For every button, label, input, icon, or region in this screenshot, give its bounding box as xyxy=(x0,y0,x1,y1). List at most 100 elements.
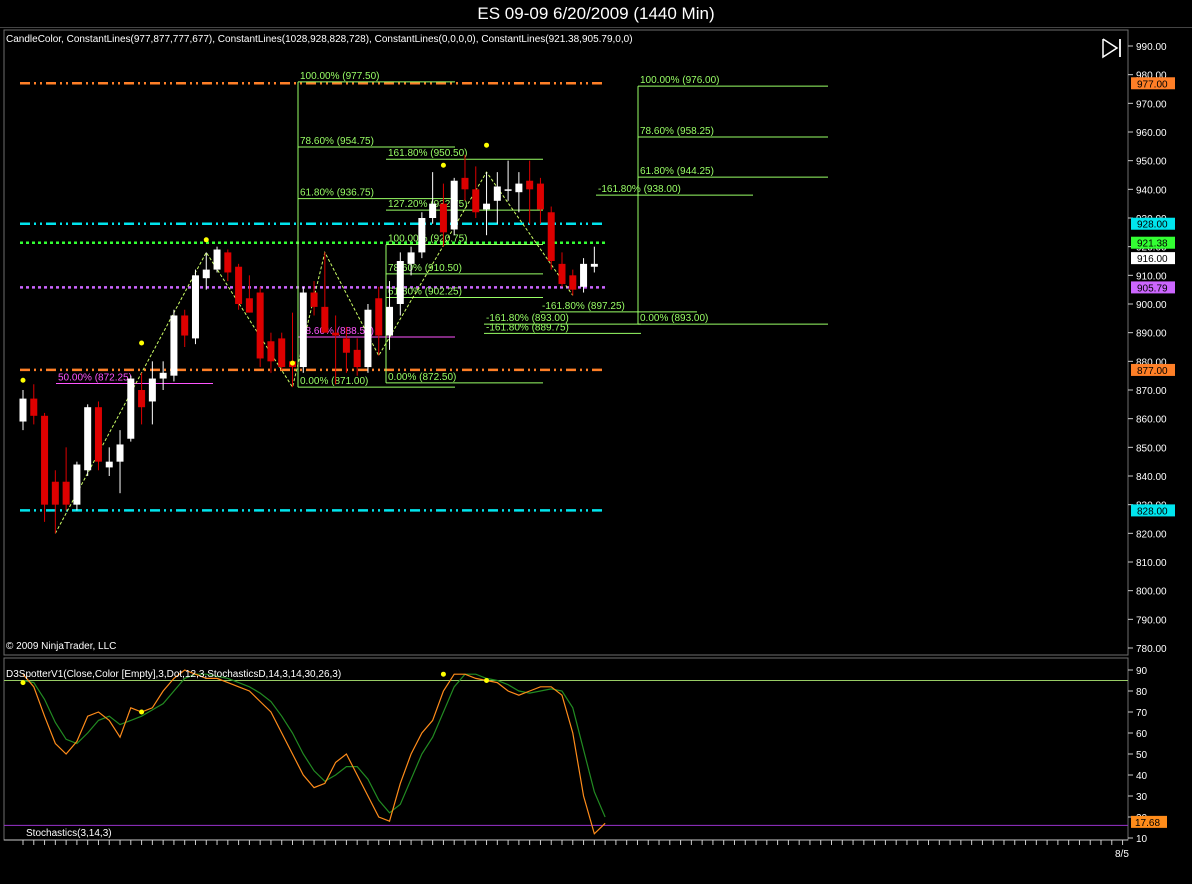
candle-body xyxy=(51,481,59,505)
price-tag-label: 921.38 xyxy=(1137,239,1168,250)
candle-body xyxy=(116,444,124,462)
candle-body xyxy=(526,180,534,190)
candle-body xyxy=(396,261,404,304)
stochastics-panel-frame xyxy=(3,657,1129,841)
price-axis-label: 950.00 xyxy=(1136,157,1167,168)
candle-body xyxy=(321,306,329,333)
price-axis-label: 990.00 xyxy=(1136,42,1167,53)
candle-body xyxy=(84,407,92,471)
candle-body xyxy=(504,189,512,191)
stoch-tag-label: 17.68 xyxy=(1135,818,1160,829)
fib-level-label: 0.00% (893.00) xyxy=(640,313,708,324)
candle-body xyxy=(224,252,232,273)
stoch-d-line xyxy=(22,673,606,818)
candle-body xyxy=(267,341,275,362)
candle-body xyxy=(472,189,480,213)
candle-body xyxy=(159,372,167,379)
fib-level-label: 78.60% (958.25) xyxy=(640,126,714,137)
stochastics-indicator-label: D3SpotterV1(Close,Color [Empty],3,Dot,12… xyxy=(6,669,341,680)
fib-level-label: -161.80% (897.25) xyxy=(542,301,625,312)
candle-body xyxy=(105,461,113,468)
candle-body xyxy=(235,266,243,304)
price-axis-label: 800.00 xyxy=(1136,587,1167,598)
candle-body xyxy=(590,263,598,267)
swing-dot xyxy=(290,360,295,366)
price-axis-label: 960.00 xyxy=(1136,128,1167,139)
copyright-label: © 2009 NinjaTrader, LLC xyxy=(6,641,116,652)
candle-body xyxy=(558,263,566,284)
candle-body xyxy=(386,306,394,336)
swing-dot xyxy=(484,142,490,148)
candle-body xyxy=(170,315,178,376)
stoch-dot xyxy=(440,671,446,677)
candle-body xyxy=(439,203,447,233)
candle-body xyxy=(62,481,70,505)
swing-dot xyxy=(440,162,446,168)
candle-body xyxy=(181,315,189,336)
fib-level-label: 78.60% (954.75) xyxy=(300,136,374,147)
chart-svg[interactable]: 100.00% (977.50) 78.60% (954.75) 61.80% (9… xyxy=(0,0,1192,884)
stoch-dot xyxy=(139,709,145,715)
candle-body xyxy=(536,183,544,210)
price-axis-label: 900.00 xyxy=(1136,300,1167,311)
stochastics-legend: Stochastics(3,14,3) xyxy=(26,828,112,839)
candle-body xyxy=(418,218,426,253)
candle-body xyxy=(94,407,102,462)
candle-body xyxy=(353,349,361,368)
candle-body xyxy=(73,464,81,505)
zigzag-line xyxy=(54,171,574,534)
stoch-axis-label: 50 xyxy=(1136,750,1148,761)
stoch-axis-label: 80 xyxy=(1136,687,1148,698)
price-tag-label: 877.00 xyxy=(1137,366,1168,377)
candle-body xyxy=(19,398,27,422)
fib-level-label: 61.80% (944.25) xyxy=(640,166,714,177)
candle-body xyxy=(202,269,210,279)
stoch-axis-label: 40 xyxy=(1136,771,1148,782)
candle-body xyxy=(278,338,286,368)
candle-body xyxy=(483,203,491,210)
candle-body xyxy=(547,212,555,261)
candle-body xyxy=(569,275,577,290)
swing-dot xyxy=(139,340,145,346)
price-axis-label: 860.00 xyxy=(1136,415,1167,426)
fib-level-label: 61.80% (936.75) xyxy=(300,188,374,199)
candle-body xyxy=(342,338,350,353)
price-tag-label: 905.79 xyxy=(1137,283,1168,294)
candle-body xyxy=(127,378,135,439)
fib-level-label: 100.00% (977.50) xyxy=(300,71,380,82)
candle-body xyxy=(332,332,340,336)
fib-level-label: 0.00% (871.00) xyxy=(300,376,368,387)
stoch-dot xyxy=(484,678,490,683)
candle-body xyxy=(213,249,221,270)
price-axis-label: 840.00 xyxy=(1136,472,1167,483)
play-to-end-icon[interactable] xyxy=(1100,37,1124,59)
price-axis-label: 820.00 xyxy=(1136,529,1167,540)
price-tag-label: 916.00 xyxy=(1137,254,1168,265)
candle-body xyxy=(299,292,307,368)
candle-body xyxy=(245,298,253,313)
price-axis-label: 850.00 xyxy=(1136,443,1167,454)
candle-body xyxy=(310,292,318,307)
candle-body xyxy=(256,292,264,359)
candle-body xyxy=(375,298,383,336)
fib-level-label: -161.80% (889.75) xyxy=(486,322,569,333)
stoch-axis-label: 30 xyxy=(1136,792,1148,803)
candle-body xyxy=(41,415,49,505)
price-axis-label: 870.00 xyxy=(1136,386,1167,397)
stoch-k-line xyxy=(22,669,606,835)
indicators-label: CandleColor, ConstantLines(977,877,777,6… xyxy=(6,34,633,45)
candle-body xyxy=(407,252,415,264)
price-axis-label: 890.00 xyxy=(1136,329,1167,340)
stoch-dot xyxy=(20,680,26,686)
candle-body xyxy=(148,378,156,402)
price-axis-label: 780.00 xyxy=(1136,644,1167,655)
price-tag-label: 928.00 xyxy=(1137,220,1168,231)
fib-level-label: 100.00% (976.00) xyxy=(640,75,720,86)
stoch-axis-label: 60 xyxy=(1136,729,1148,740)
price-tag-label: 977.00 xyxy=(1137,79,1168,90)
fib-level-label: 100.00% (920.75) xyxy=(388,234,468,245)
price-axis-label: 790.00 xyxy=(1136,615,1167,626)
candle-body xyxy=(364,309,372,368)
price-axis-label: 910.00 xyxy=(1136,271,1167,282)
fib-level-label: -161.80% (938.00) xyxy=(598,184,681,195)
